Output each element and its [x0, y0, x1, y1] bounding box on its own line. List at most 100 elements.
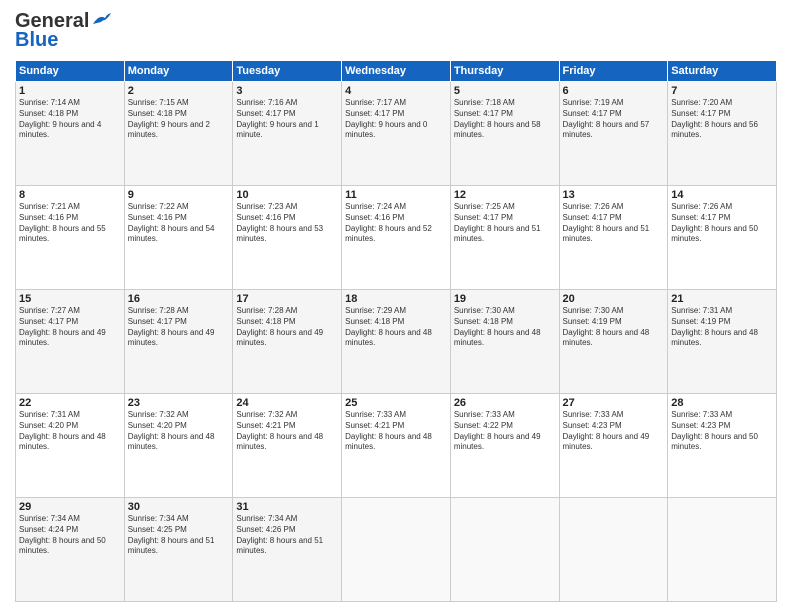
- day-info: Sunrise: 7:34 AMSunset: 4:25 PMDaylight:…: [128, 514, 230, 557]
- day-info: Sunrise: 7:15 AMSunset: 4:18 PMDaylight:…: [128, 98, 230, 141]
- calendar-cell: 20Sunrise: 7:30 AMSunset: 4:19 PMDayligh…: [559, 290, 668, 394]
- day-info: Sunrise: 7:23 AMSunset: 4:16 PMDaylight:…: [236, 202, 338, 245]
- calendar-cell: 28Sunrise: 7:33 AMSunset: 4:23 PMDayligh…: [668, 394, 777, 498]
- day-number: 26: [454, 397, 556, 409]
- day-number: 9: [128, 189, 230, 201]
- day-number: 2: [128, 85, 230, 97]
- calendar-cell: 23Sunrise: 7:32 AMSunset: 4:20 PMDayligh…: [124, 394, 233, 498]
- calendar-cell: 13Sunrise: 7:26 AMSunset: 4:17 PMDayligh…: [559, 186, 668, 290]
- calendar-cell: 17Sunrise: 7:28 AMSunset: 4:18 PMDayligh…: [233, 290, 342, 394]
- day-number: 6: [563, 85, 665, 97]
- day-number: 11: [345, 189, 447, 201]
- calendar-week-row: 15Sunrise: 7:27 AMSunset: 4:17 PMDayligh…: [16, 290, 777, 394]
- day-info: Sunrise: 7:33 AMSunset: 4:21 PMDaylight:…: [345, 410, 447, 453]
- calendar-cell: 1Sunrise: 7:14 AMSunset: 4:18 PMDaylight…: [16, 82, 125, 186]
- calendar-cell: 2Sunrise: 7:15 AMSunset: 4:18 PMDaylight…: [124, 82, 233, 186]
- logo: General Blue: [15, 10, 113, 52]
- calendar-cell: 14Sunrise: 7:26 AMSunset: 4:17 PMDayligh…: [668, 186, 777, 290]
- day-number: 15: [19, 293, 121, 305]
- calendar-header-saturday: Saturday: [668, 61, 777, 82]
- day-info: Sunrise: 7:30 AMSunset: 4:18 PMDaylight:…: [454, 306, 556, 349]
- day-info: Sunrise: 7:21 AMSunset: 4:16 PMDaylight:…: [19, 202, 121, 245]
- day-number: 4: [345, 85, 447, 97]
- day-number: 18: [345, 293, 447, 305]
- day-info: Sunrise: 7:26 AMSunset: 4:17 PMDaylight:…: [671, 202, 773, 245]
- calendar-header-row: SundayMondayTuesdayWednesdayThursdayFrid…: [16, 61, 777, 82]
- day-info: Sunrise: 7:32 AMSunset: 4:21 PMDaylight:…: [236, 410, 338, 453]
- day-number: 21: [671, 293, 773, 305]
- calendar-cell: 27Sunrise: 7:33 AMSunset: 4:23 PMDayligh…: [559, 394, 668, 498]
- calendar-cell: 21Sunrise: 7:31 AMSunset: 4:19 PMDayligh…: [668, 290, 777, 394]
- day-number: 17: [236, 293, 338, 305]
- page: General Blue SundayMondayTuesdayWednesda…: [0, 0, 792, 612]
- day-info: Sunrise: 7:31 AMSunset: 4:19 PMDaylight:…: [671, 306, 773, 349]
- day-number: 31: [236, 501, 338, 513]
- calendar-cell: 25Sunrise: 7:33 AMSunset: 4:21 PMDayligh…: [342, 394, 451, 498]
- day-info: Sunrise: 7:34 AMSunset: 4:24 PMDaylight:…: [19, 514, 121, 557]
- calendar-cell: 31Sunrise: 7:34 AMSunset: 4:26 PMDayligh…: [233, 498, 342, 602]
- calendar-cell: 5Sunrise: 7:18 AMSunset: 4:17 PMDaylight…: [450, 82, 559, 186]
- calendar-cell: 12Sunrise: 7:25 AMSunset: 4:17 PMDayligh…: [450, 186, 559, 290]
- day-info: Sunrise: 7:26 AMSunset: 4:17 PMDaylight:…: [563, 202, 665, 245]
- day-number: 13: [563, 189, 665, 201]
- logo-blue: Blue: [15, 29, 58, 52]
- day-info: Sunrise: 7:33 AMSunset: 4:23 PMDaylight:…: [671, 410, 773, 453]
- day-number: 8: [19, 189, 121, 201]
- day-number: 1: [19, 85, 121, 97]
- day-info: Sunrise: 7:17 AMSunset: 4:17 PMDaylight:…: [345, 98, 447, 141]
- day-info: Sunrise: 7:18 AMSunset: 4:17 PMDaylight:…: [454, 98, 556, 141]
- day-info: Sunrise: 7:32 AMSunset: 4:20 PMDaylight:…: [128, 410, 230, 453]
- calendar-cell: 18Sunrise: 7:29 AMSunset: 4:18 PMDayligh…: [342, 290, 451, 394]
- calendar-cell: 4Sunrise: 7:17 AMSunset: 4:17 PMDaylight…: [342, 82, 451, 186]
- day-number: 29: [19, 501, 121, 513]
- calendar-week-row: 29Sunrise: 7:34 AMSunset: 4:24 PMDayligh…: [16, 498, 777, 602]
- calendar-cell: 9Sunrise: 7:22 AMSunset: 4:16 PMDaylight…: [124, 186, 233, 290]
- day-info: Sunrise: 7:27 AMSunset: 4:17 PMDaylight:…: [19, 306, 121, 349]
- calendar-cell: 22Sunrise: 7:31 AMSunset: 4:20 PMDayligh…: [16, 394, 125, 498]
- day-info: Sunrise: 7:22 AMSunset: 4:16 PMDaylight:…: [128, 202, 230, 245]
- calendar-cell: 10Sunrise: 7:23 AMSunset: 4:16 PMDayligh…: [233, 186, 342, 290]
- calendar-cell: 7Sunrise: 7:20 AMSunset: 4:17 PMDaylight…: [668, 82, 777, 186]
- day-number: 23: [128, 397, 230, 409]
- day-number: 5: [454, 85, 556, 97]
- day-number: 19: [454, 293, 556, 305]
- day-info: Sunrise: 7:25 AMSunset: 4:17 PMDaylight:…: [454, 202, 556, 245]
- calendar-cell: 30Sunrise: 7:34 AMSunset: 4:25 PMDayligh…: [124, 498, 233, 602]
- day-number: 10: [236, 189, 338, 201]
- day-number: 12: [454, 189, 556, 201]
- calendar-cell: 6Sunrise: 7:19 AMSunset: 4:17 PMDaylight…: [559, 82, 668, 186]
- day-number: 14: [671, 189, 773, 201]
- day-number: 30: [128, 501, 230, 513]
- calendar-header-wednesday: Wednesday: [342, 61, 451, 82]
- day-info: Sunrise: 7:33 AMSunset: 4:23 PMDaylight:…: [563, 410, 665, 453]
- calendar-cell: [559, 498, 668, 602]
- calendar-header-tuesday: Tuesday: [233, 61, 342, 82]
- calendar-cell: 3Sunrise: 7:16 AMSunset: 4:17 PMDaylight…: [233, 82, 342, 186]
- day-info: Sunrise: 7:19 AMSunset: 4:17 PMDaylight:…: [563, 98, 665, 141]
- day-info: Sunrise: 7:34 AMSunset: 4:26 PMDaylight:…: [236, 514, 338, 557]
- calendar-cell: [450, 498, 559, 602]
- day-info: Sunrise: 7:14 AMSunset: 4:18 PMDaylight:…: [19, 98, 121, 141]
- calendar-cell: 19Sunrise: 7:30 AMSunset: 4:18 PMDayligh…: [450, 290, 559, 394]
- day-info: Sunrise: 7:24 AMSunset: 4:16 PMDaylight:…: [345, 202, 447, 245]
- calendar-cell: 24Sunrise: 7:32 AMSunset: 4:21 PMDayligh…: [233, 394, 342, 498]
- calendar-cell: [342, 498, 451, 602]
- calendar-header-monday: Monday: [124, 61, 233, 82]
- day-number: 25: [345, 397, 447, 409]
- day-number: 3: [236, 85, 338, 97]
- day-info: Sunrise: 7:28 AMSunset: 4:17 PMDaylight:…: [128, 306, 230, 349]
- calendar-cell: 16Sunrise: 7:28 AMSunset: 4:17 PMDayligh…: [124, 290, 233, 394]
- calendar-cell: 26Sunrise: 7:33 AMSunset: 4:22 PMDayligh…: [450, 394, 559, 498]
- calendar-week-row: 8Sunrise: 7:21 AMSunset: 4:16 PMDaylight…: [16, 186, 777, 290]
- calendar-cell: 15Sunrise: 7:27 AMSunset: 4:17 PMDayligh…: [16, 290, 125, 394]
- day-info: Sunrise: 7:31 AMSunset: 4:20 PMDaylight:…: [19, 410, 121, 453]
- header: General Blue: [15, 10, 777, 52]
- calendar-cell: 8Sunrise: 7:21 AMSunset: 4:16 PMDaylight…: [16, 186, 125, 290]
- day-number: 24: [236, 397, 338, 409]
- day-info: Sunrise: 7:30 AMSunset: 4:19 PMDaylight:…: [563, 306, 665, 349]
- day-number: 7: [671, 85, 773, 97]
- logo-bird-icon: [91, 12, 113, 28]
- calendar-header-friday: Friday: [559, 61, 668, 82]
- calendar-week-row: 22Sunrise: 7:31 AMSunset: 4:20 PMDayligh…: [16, 394, 777, 498]
- calendar-week-row: 1Sunrise: 7:14 AMSunset: 4:18 PMDaylight…: [16, 82, 777, 186]
